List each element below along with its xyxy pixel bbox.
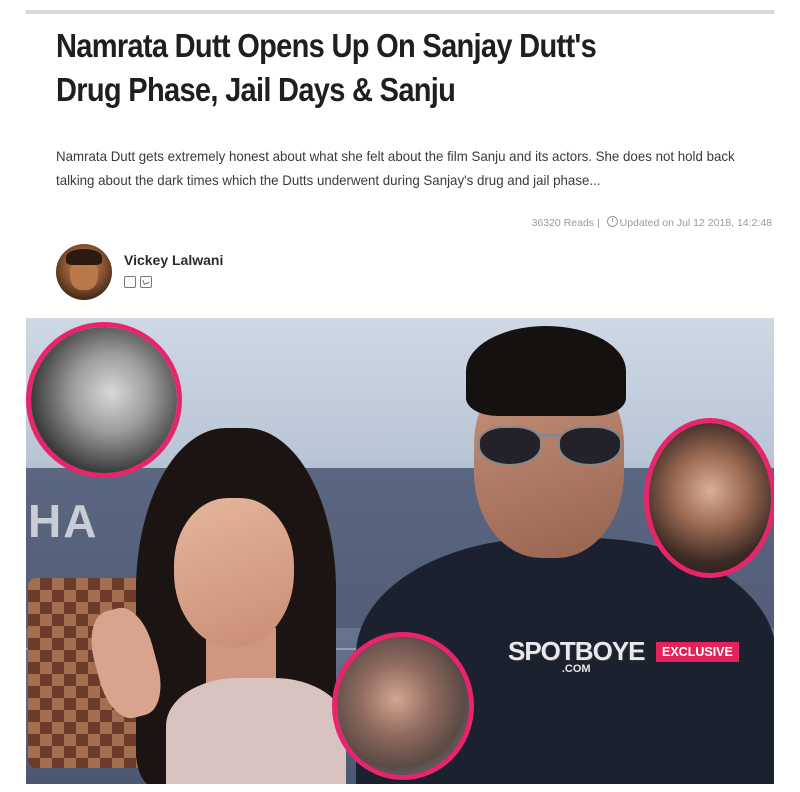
twitter-icon[interactable] [140, 276, 152, 288]
woman-top [166, 678, 346, 784]
inset-photo-sanju-bearded [332, 632, 474, 780]
exclusive-badge: EXCLUSIVE [656, 642, 739, 662]
inset-photo-young-sanjay [26, 322, 182, 478]
read-count: 36320 Reads | [531, 217, 600, 229]
hero-image[interactable]: HA SPOTBOYE .COM EXCLUSIVE [26, 318, 774, 784]
inset-photo-sanju-actor [644, 418, 774, 578]
sunglasses-right-lens [558, 426, 622, 466]
article-summary: Namrata Dutt gets extremely honest about… [56, 148, 735, 188]
article-title[interactable]: Namrata Dutt Opens Up On Sanjay Dutt's D… [56, 24, 663, 112]
backdrop-text: HA [28, 495, 99, 547]
facebook-icon[interactable] [124, 276, 136, 288]
avatar-hair [66, 249, 102, 265]
clock-icon [606, 216, 618, 227]
author-name[interactable]: Vickey Lalwani [124, 252, 223, 268]
author-avatar[interactable] [56, 244, 112, 300]
spotboye-logo: SPOTBOYE .COM [508, 636, 645, 675]
updated-timestamp: Updated on Jul 12 2018, 14:2:48 [619, 217, 772, 229]
man-hair [466, 326, 626, 416]
sunglasses-left-lens [478, 426, 542, 466]
author-social-links [124, 276, 152, 288]
sunglasses-bridge [538, 434, 560, 437]
article-meta: 36320 Reads | Updated on Jul 12 2018, 14… [470, 216, 772, 229]
woman-face [174, 498, 294, 648]
